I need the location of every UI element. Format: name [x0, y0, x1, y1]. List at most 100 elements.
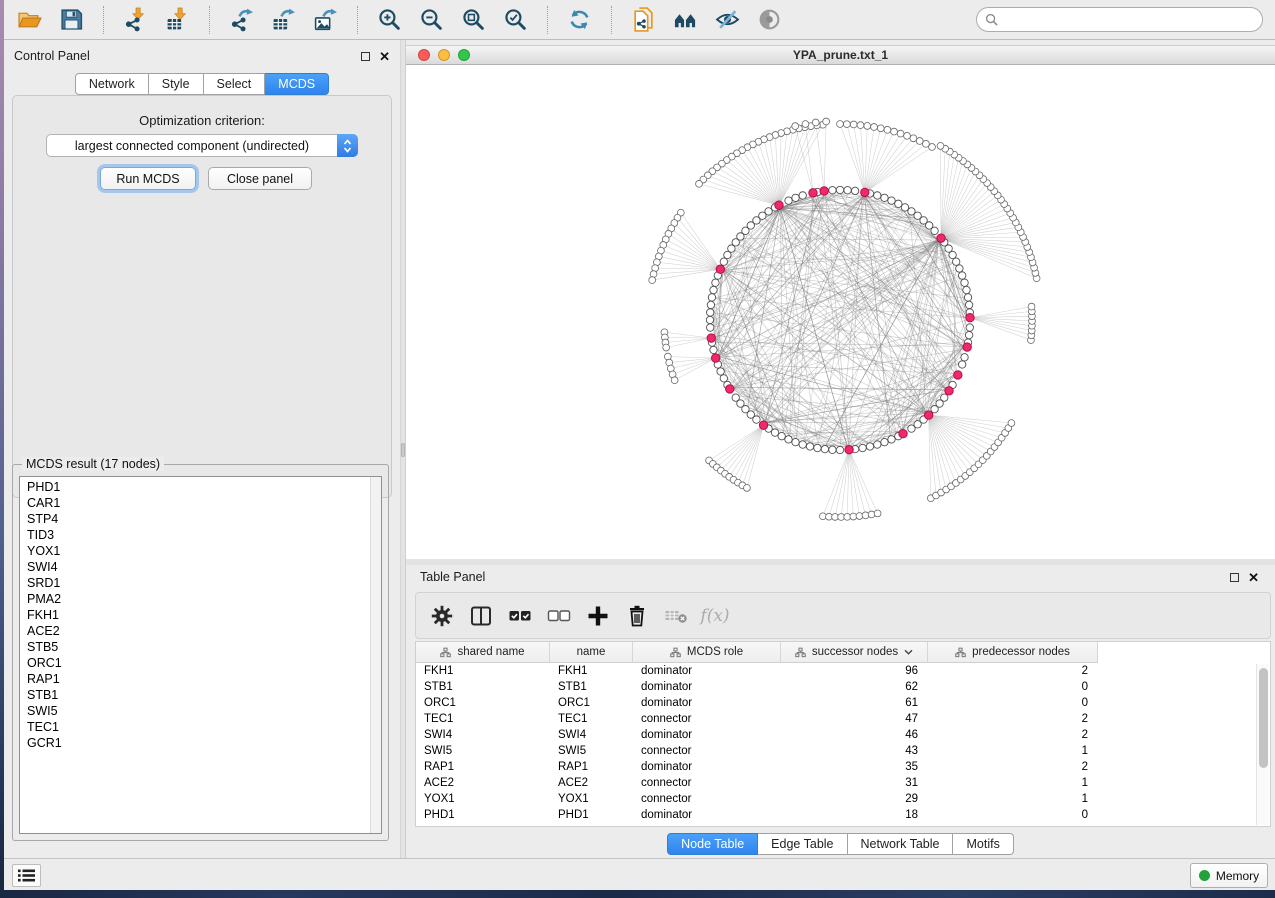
network-node[interactable]: [706, 316, 713, 323]
tab-node-table[interactable]: Node Table: [667, 833, 758, 855]
network-node[interactable]: [720, 258, 727, 265]
network-leaf-node[interactable]: [850, 121, 857, 128]
network-node[interactable]: [814, 444, 821, 451]
mcds-result-item[interactable]: CAR1: [20, 495, 369, 511]
splitter-handle[interactable]: [401, 443, 405, 457]
network-node[interactable]: [785, 436, 792, 443]
network-node[interactable]: [958, 272, 965, 279]
network-node[interactable]: [874, 441, 881, 448]
zoom-out-icon[interactable]: [418, 6, 445, 33]
column-header-name[interactable]: name: [550, 642, 633, 663]
network-node[interactable]: [712, 279, 719, 286]
network-node[interactable]: [874, 192, 881, 199]
network-node[interactable]: [724, 251, 731, 258]
network-leaf-node[interactable]: [812, 119, 819, 126]
mcds-result-item[interactable]: STB5: [20, 639, 369, 655]
mcds-result-item[interactable]: ORC1: [20, 655, 369, 671]
network-node[interactable]: [963, 286, 970, 293]
table-row[interactable]: YOX1YOX1connector291: [416, 791, 1270, 807]
network-canvas[interactable]: [406, 65, 1275, 559]
network-node[interactable]: [881, 194, 888, 201]
network-leaf-node[interactable]: [891, 128, 898, 135]
network-leaf-node[interactable]: [904, 132, 911, 139]
network-leaf-node[interactable]: [884, 126, 891, 133]
network-mcds-node[interactable]: [945, 387, 953, 395]
tab-network[interactable]: Network: [75, 73, 149, 95]
network-node[interactable]: [829, 446, 836, 453]
network-node[interactable]: [821, 445, 828, 452]
tab-edge-table[interactable]: Edge Table: [758, 833, 847, 855]
tab-mcds[interactable]: MCDS: [265, 73, 329, 95]
search-field[interactable]: [976, 7, 1263, 32]
network-leaf-node[interactable]: [1028, 303, 1035, 310]
show-graphics-details-icon[interactable]: [756, 6, 783, 33]
network-leaf-node[interactable]: [663, 344, 670, 351]
network-leaf-node[interactable]: [837, 121, 844, 128]
network-node[interactable]: [806, 443, 813, 450]
network-leaf-node[interactable]: [871, 124, 878, 131]
network-node[interactable]: [851, 187, 858, 194]
memory-button[interactable]: Memory: [1190, 863, 1268, 888]
network-leaf-node[interactable]: [877, 125, 884, 132]
refresh-icon[interactable]: [566, 6, 593, 33]
table-scrollbar-thumb[interactable]: [1259, 668, 1268, 768]
close-table-panel-icon[interactable]: ✕: [1248, 573, 1259, 582]
network-node[interactable]: [717, 368, 724, 375]
network-node[interactable]: [799, 192, 806, 199]
network-leaf-node[interactable]: [649, 277, 656, 284]
binoculars-icon[interactable]: [672, 6, 699, 33]
network-node[interactable]: [778, 432, 785, 439]
mcds-result-item[interactable]: SRD1: [20, 575, 369, 591]
open-file-icon[interactable]: [16, 6, 43, 33]
network-node[interactable]: [956, 265, 963, 272]
column-header-predecessor-nodes[interactable]: predecessor nodes: [928, 642, 1098, 663]
network-leaf-node[interactable]: [857, 122, 864, 129]
network-node[interactable]: [961, 354, 968, 361]
network-node[interactable]: [881, 438, 888, 445]
zoom-fit-icon[interactable]: [460, 6, 487, 33]
network-node[interactable]: [720, 375, 727, 382]
network-node[interactable]: [799, 441, 806, 448]
export-table-icon[interactable]: [270, 6, 297, 33]
task-history-button[interactable]: [12, 864, 41, 887]
network-node[interactable]: [895, 200, 902, 207]
table-row[interactable]: SWI5SWI5connector431: [416, 743, 1270, 759]
mcds-result-item[interactable]: FKH1: [20, 607, 369, 623]
network-mcds-node[interactable]: [845, 445, 853, 453]
select-all-columns-icon[interactable]: [508, 604, 532, 628]
run-mcds-button[interactable]: Run MCDS: [100, 167, 196, 190]
deselect-all-columns-icon[interactable]: [547, 604, 571, 628]
mcds-result-item[interactable]: GCR1: [20, 735, 369, 751]
network-mcds-node[interactable]: [924, 411, 932, 419]
mcds-result-item[interactable]: PHD1: [20, 479, 369, 495]
table-row[interactable]: ACE2ACE2connector311: [416, 775, 1270, 791]
network-mcds-node[interactable]: [707, 334, 715, 342]
show-columns-icon[interactable]: [469, 604, 493, 628]
network-node[interactable]: [964, 294, 971, 301]
table-row[interactable]: ORC1ORC1dominator610: [416, 695, 1270, 711]
float-table-panel-icon[interactable]: [1230, 573, 1239, 582]
hide-graphics-details-icon[interactable]: [714, 6, 741, 33]
optimization-criterion-select[interactable]: largest connected component (undirected): [46, 134, 358, 157]
network-leaf-node[interactable]: [792, 123, 799, 130]
zoom-in-icon[interactable]: [376, 6, 403, 33]
network-leaf-node[interactable]: [744, 485, 751, 492]
network-node[interactable]: [958, 361, 965, 368]
network-leaf-node[interactable]: [823, 118, 830, 125]
table-row[interactable]: TEC1TEC1connector472: [416, 711, 1270, 727]
network-node[interactable]: [707, 324, 714, 331]
tab-select[interactable]: Select: [204, 73, 266, 95]
add-column-icon[interactable]: [586, 604, 610, 628]
network-node[interactable]: [866, 443, 873, 450]
mcds-result-item[interactable]: TID3: [20, 527, 369, 543]
save-session-icon[interactable]: [58, 6, 85, 33]
network-leaf-node[interactable]: [843, 121, 850, 128]
zoom-selected-icon[interactable]: [502, 6, 529, 33]
delete-column-icon[interactable]: [625, 604, 649, 628]
mcds-result-item[interactable]: SWI4: [20, 559, 369, 575]
network-node[interactable]: [710, 286, 717, 293]
network-graph[interactable]: [406, 65, 1275, 559]
network-node[interactable]: [961, 279, 968, 286]
network-mcds-node[interactable]: [716, 265, 724, 273]
network-mcds-node[interactable]: [963, 343, 971, 351]
